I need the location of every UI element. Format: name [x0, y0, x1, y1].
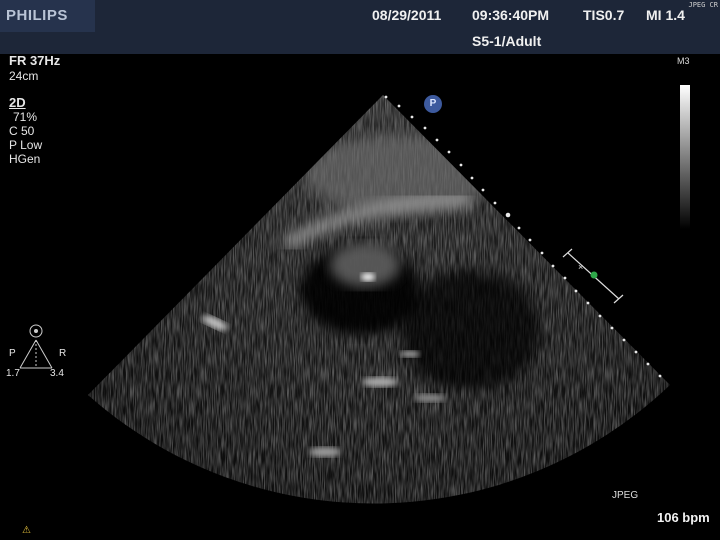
grayscale-map-label: M3: [677, 56, 690, 66]
orientation-right-value: 3.4: [50, 368, 64, 379]
compression-value: C 50: [9, 124, 35, 138]
orientation-left-value: 1.7: [6, 368, 20, 379]
grayscale-bar: [680, 85, 690, 229]
frame-rate: FR 37Hz: [9, 53, 61, 68]
probe-marker-label: P: [429, 98, 437, 109]
harmonic-value: HGen: [9, 152, 41, 166]
probe-marker: P: [424, 95, 442, 113]
svg-text:×: ×: [578, 262, 583, 272]
ultrasound-image: ×: [19, 95, 670, 504]
power-value: P Low: [9, 138, 43, 152]
imaging-mode: 2D: [9, 95, 26, 110]
orientation-left-label: P: [9, 348, 16, 359]
format-label: JPEG: [612, 490, 639, 501]
depth-value: 24cm: [9, 69, 39, 83]
warning-icon: ⚠: [22, 525, 31, 536]
orientation-icon: [19, 324, 53, 369]
gain-value: 71%: [13, 110, 38, 124]
heart-rate: 106 bpm: [657, 510, 710, 525]
scan-sector: [88, 95, 670, 504]
orientation-right-label: R: [59, 348, 67, 359]
